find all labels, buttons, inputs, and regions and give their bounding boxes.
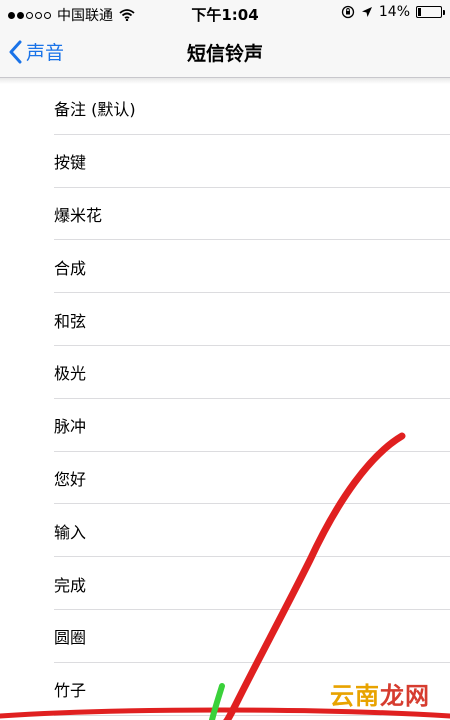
tone-label: 您好: [54, 469, 87, 489]
tone-label: 和弦: [54, 311, 87, 331]
tone-item[interactable]: 脉冲: [0, 399, 450, 452]
status-bar: 中国联通 下午1:04 14%: [0, 0, 450, 28]
battery-percent: 14%: [378, 4, 410, 20]
watermark-logo: 云南龙网: [330, 676, 430, 711]
navigation-bar: 声音 短信铃声: [0, 28, 450, 78]
tone-item[interactable]: 和弦: [0, 293, 450, 346]
tone-label: 圆圈: [54, 628, 87, 648]
battery-fill: [418, 8, 421, 16]
tone-item[interactable]: 爆米花: [0, 188, 450, 241]
tone-item[interactable]: 备注 (默认): [0, 82, 450, 135]
tone-label: 完成: [54, 575, 87, 595]
tone-label: 爆米花: [54, 205, 103, 225]
orientation-lock-icon: [341, 5, 355, 19]
tone-item[interactable]: 按键: [0, 135, 450, 188]
tone-label: 合成: [54, 258, 87, 278]
watermark-text-accent: 龙网: [380, 681, 430, 710]
status-right: 14%: [341, 4, 445, 20]
tone-label: 脉冲: [54, 417, 87, 437]
tone-list: 备注 (默认) 按键爆米花合成和弦极光脉冲您好输入完成圆圈竹子: [0, 82, 450, 716]
tone-item[interactable]: 圆圈: [0, 610, 450, 663]
tone-label: 极光: [54, 364, 87, 384]
watermark-text-main: 云南: [330, 681, 380, 710]
tone-item[interactable]: 您好: [0, 452, 450, 505]
tone-label: 竹子: [54, 681, 87, 701]
page-title: 短信铃声: [186, 43, 263, 65]
battery-icon: [416, 6, 445, 18]
tone-item[interactable]: 极光: [0, 346, 450, 399]
tone-item[interactable]: 输入: [0, 504, 450, 557]
tone-item[interactable]: 合成: [0, 240, 450, 293]
tone-label: 输入: [54, 522, 87, 542]
tone-item[interactable]: 完成: [0, 557, 450, 610]
tone-label: 按键: [54, 153, 87, 173]
tone-label: 备注 (默认): [54, 100, 136, 120]
location-arrow-icon: [361, 7, 372, 17]
